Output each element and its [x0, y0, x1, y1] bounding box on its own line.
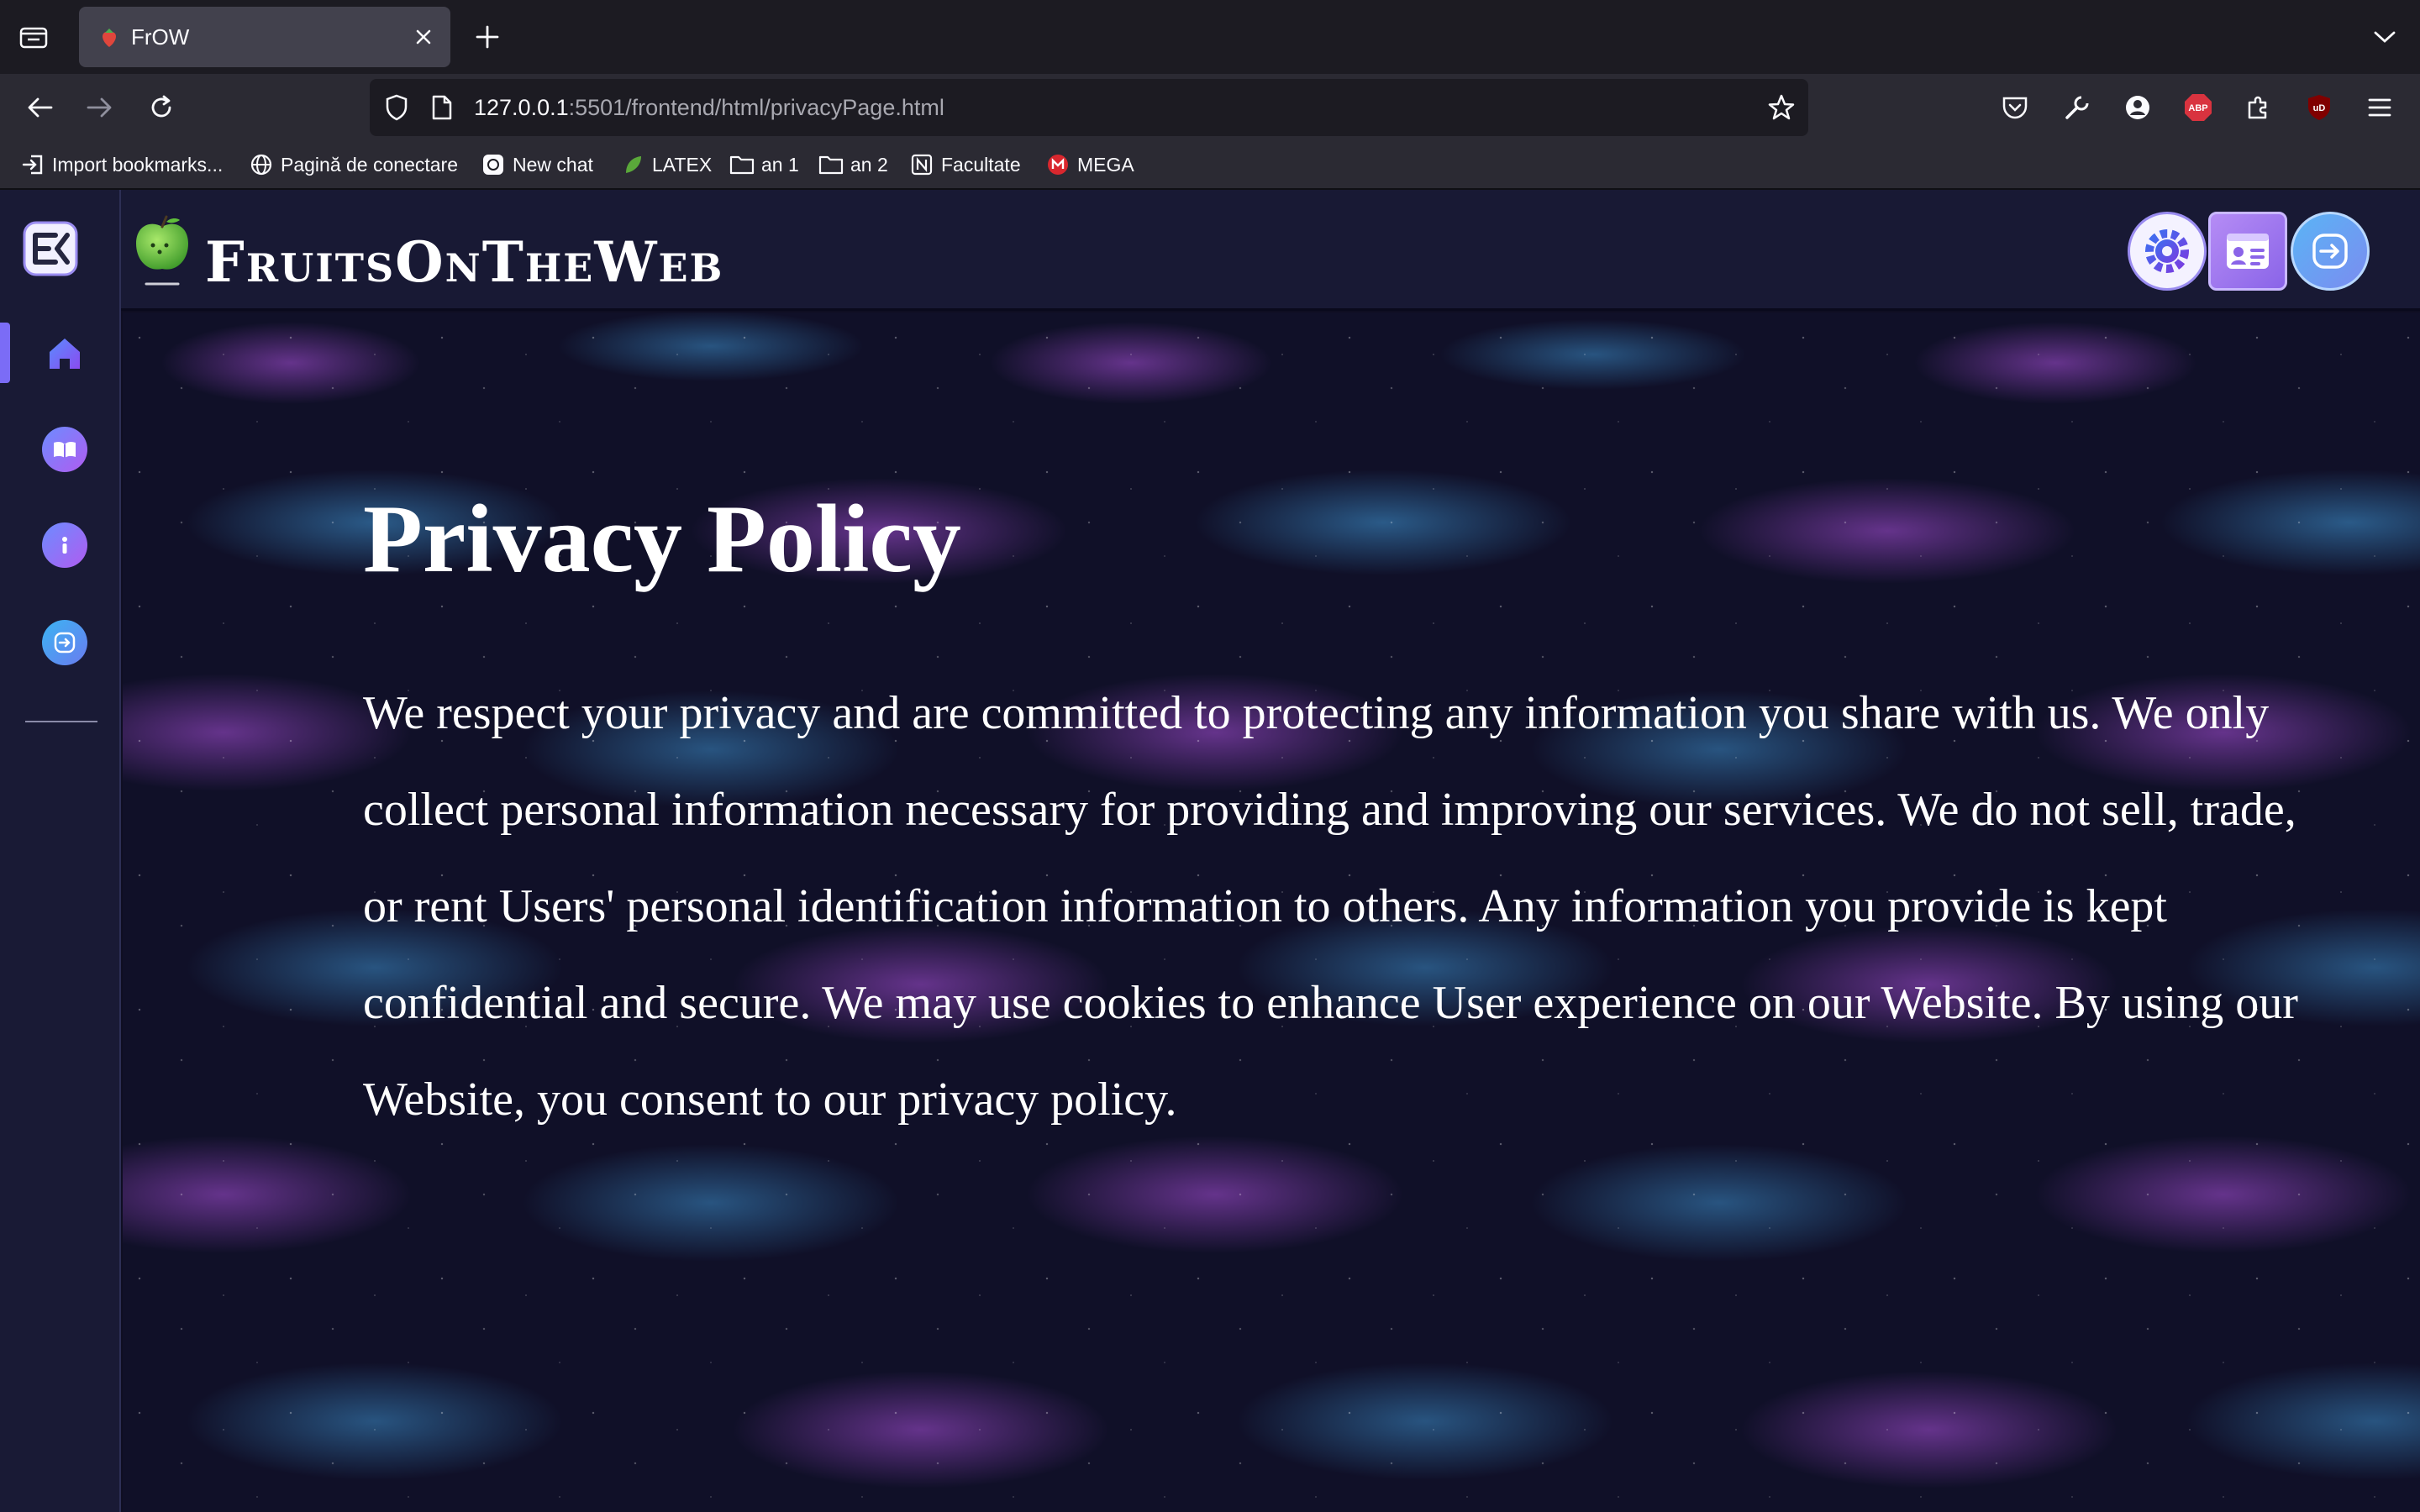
tab-title: FrOW: [131, 24, 190, 50]
book-icon: [54, 441, 76, 458]
url-bar[interactable]: 127.0.0.1:5501/frontend/html/privacyPage…: [370, 79, 1808, 136]
pocket-icon[interactable]: [1995, 87, 2035, 128]
bookmark-label: New chat: [513, 153, 593, 176]
sidebar-item-about[interactable]: [42, 522, 87, 568]
new-tab-plus-icon[interactable]: [469, 18, 506, 55]
forward-arrow-icon[interactable]: [79, 87, 119, 128]
back-arrow-icon[interactable]: [20, 87, 60, 128]
settings-icon: [2145, 229, 2189, 273]
extensions-puzzle-icon[interactable]: [2238, 87, 2279, 128]
chatgpt-icon: [481, 152, 506, 177]
bookmark-label: Pagină de conectare: [281, 153, 458, 176]
bookmark-mega[interactable]: MEGA: [1045, 141, 1134, 188]
url-host: 127.0.0.1: [474, 95, 569, 120]
wrench-icon[interactable]: [2057, 87, 2097, 128]
bookmark-label: MEGA: [1077, 153, 1134, 176]
url-path: :5501/frontend/html/privacyPage.html: [568, 95, 944, 120]
firefox-view-icon[interactable]: [15, 20, 52, 54]
bookmark-folder-an1[interactable]: an 1: [729, 141, 799, 188]
sidebar-item-catalog[interactable]: [42, 427, 87, 472]
app-header: FruitsOnTheWeb: [121, 190, 2420, 311]
active-nav-indicator: [0, 323, 10, 383]
leaf-icon: [620, 152, 645, 177]
folder-icon: [818, 152, 844, 177]
logout-button[interactable]: [2291, 212, 2370, 291]
url-text[interactable]: 127.0.0.1:5501/frontend/html/privacyPage…: [474, 79, 944, 136]
profile-card-icon: [2227, 234, 2269, 269]
policy-text: We respect your privacy and are committe…: [363, 687, 2298, 1126]
notion-icon: [909, 152, 934, 177]
brand-name[interactable]: FruitsOnTheWeb: [205, 232, 723, 292]
import-icon: [20, 152, 45, 177]
sidebar-item-home[interactable]: [42, 331, 87, 376]
bookmark-label: Facultate: [941, 153, 1021, 176]
page-title: Privacy Policy: [363, 486, 961, 593]
bookmark-new-chat[interactable]: New chat: [481, 141, 593, 188]
browser-toolbar: 127.0.0.1:5501/frontend/html/privacyPage…: [0, 74, 2420, 141]
sidebar: [0, 190, 121, 1512]
bookmark-login-page[interactable]: Pagină de conectare: [249, 141, 458, 188]
adblock-plus-icon[interactable]: ABP: [2178, 87, 2218, 128]
browser-tab-active[interactable]: FrOW: [79, 7, 450, 67]
sidebar-divider: [25, 721, 97, 722]
bookmark-label: an 1: [761, 153, 799, 176]
bookmark-label: LATEX: [652, 153, 713, 176]
privacy-policy-section: Privacy Policy We respect your privacy a…: [363, 480, 2312, 1148]
bookmarks-toolbar: Import bookmarks... Pagină de conectare …: [0, 141, 2420, 190]
browser-tab-strip: FrOW: [0, 0, 2420, 74]
home-icon: [50, 339, 80, 369]
bookmark-label: Import bookmarks...: [52, 153, 224, 176]
profile-button[interactable]: [2208, 212, 2287, 291]
account-icon[interactable]: [2118, 87, 2158, 128]
tracking-shield-icon[interactable]: [381, 92, 412, 123]
app-logo-icon[interactable]: [22, 220, 79, 277]
hamburger-menu-icon[interactable]: [2360, 87, 2400, 128]
svg-text:uD: uD: [2313, 103, 2326, 113]
chevron-down-icon[interactable]: [2366, 18, 2403, 55]
bookmark-label: an 2: [850, 153, 888, 176]
info-icon: [62, 537, 67, 554]
strawberry-favicon-icon: [97, 25, 121, 49]
tab-close-icon[interactable]: [408, 22, 439, 52]
bookmark-star-icon[interactable]: [1765, 91, 1798, 124]
mega-icon: [1045, 152, 1071, 177]
bookmark-import[interactable]: Import bookmarks...: [20, 141, 223, 188]
settings-button[interactable]: [2128, 212, 2207, 291]
main-content: Privacy Policy We respect your privacy a…: [123, 312, 2420, 1512]
bookmark-latex[interactable]: LATEX: [620, 141, 712, 188]
logout-icon: [2312, 234, 2348, 269]
page-info-icon[interactable]: [427, 92, 457, 123]
svg-text:ABP: ABP: [2188, 103, 2207, 113]
ublock-origin-icon[interactable]: uD: [2299, 87, 2339, 128]
sidebar-item-login[interactable]: [42, 620, 87, 665]
bookmark-facultate[interactable]: Facultate: [909, 141, 1021, 188]
bookmark-folder-an2[interactable]: an 2: [818, 141, 888, 188]
login-icon: [54, 632, 76, 654]
web-page: FruitsOnTheWeb Privacy Policy We respect…: [0, 190, 2420, 1512]
folder-icon: [729, 152, 755, 177]
apple-logo-icon[interactable]: [133, 215, 192, 291]
reload-icon[interactable]: [141, 87, 182, 128]
globe-icon: [249, 152, 274, 177]
